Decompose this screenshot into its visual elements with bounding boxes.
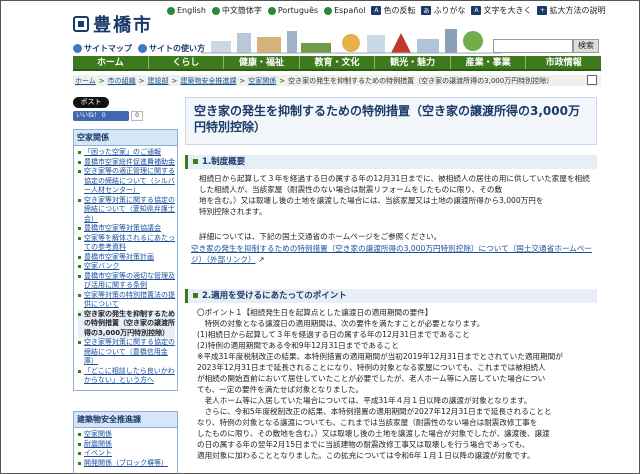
building-shape: [445, 29, 457, 53]
sidebar-box-section: 建築物安全推進課 空家関係 耐震関係 イベント 開発関係（ブロック塀等）: [73, 411, 178, 473]
sidebar-link[interactable]: 豊橋市空家総件促進費補助金: [78, 158, 175, 168]
sidebar-link[interactable]: 空家バンク: [78, 262, 175, 272]
lang-spanish[interactable]: Español: [324, 6, 365, 15]
tree-shape: [342, 34, 360, 52]
sidebar-link[interactable]: 空き家等対策に関する協定の締結について（豊橋信用金庫）: [78, 338, 175, 367]
building-shape: [237, 33, 251, 53]
tram-shape: [301, 43, 331, 53]
facebook-like-button[interactable]: いいね！ 0: [73, 111, 129, 121]
globe-icon: [167, 6, 175, 15]
sidebar-link[interactable]: 豊橋市空家等の適切な管理及び活用に関する条例: [78, 272, 175, 291]
nav-education[interactable]: 教育・文化: [300, 56, 376, 69]
tree-shape: [463, 31, 483, 51]
furigana-icon: あ: [421, 6, 432, 15]
sidebar-link[interactable]: 空き家等対策に関する協定の締結について（愛知県弁護士会）: [78, 196, 175, 225]
sidebar-link[interactable]: 空家等を解体されるにあたっての参考資料: [78, 234, 175, 253]
crumb-home[interactable]: ホーム: [75, 76, 96, 86]
overview-detail: 詳細については、下記の国土交通省のホームページをご参照ください。: [199, 232, 442, 241]
sidebar-link[interactable]: 「どこに相談したら良いかわからない」という方へ: [78, 367, 175, 386]
invert-colors-button[interactable]: A 色の反転: [371, 5, 415, 16]
zoom-icon: +: [537, 6, 548, 15]
external-link-icon: ↗: [257, 255, 265, 264]
building-shape: [287, 31, 297, 53]
globe-icon: [211, 6, 220, 15]
nav-industry[interactable]: 産業・事業: [451, 56, 527, 69]
logo-text: 豊橋市: [93, 15, 153, 36]
section-heading-overview: 1.制度概要: [185, 155, 597, 169]
sidebar-heading: 空家関係: [74, 130, 177, 146]
overview-text: 相続日から起算して３年を経過する日の属する年の12月31日までに、被相続人の居住…: [199, 174, 590, 216]
mlit-link-wrap: 空き家の発生を抑制するための特例措置（空き家の譲渡所得の3,000万円特別控除）…: [191, 243, 593, 265]
header-illustration: [201, 29, 501, 54]
sidebar-link[interactable]: 豊橋市空家等対策計画: [78, 253, 175, 263]
like-count: 0: [131, 111, 143, 121]
sidebar-heading: 建築物安全推進課: [74, 412, 177, 428]
global-nav: ホーム くらし 健康・福祉 教育・文化 観光・魅力 産業・事業 市政情報: [73, 56, 601, 71]
building-shape: [367, 35, 385, 53]
sitemap-link[interactable]: サイトマップ: [73, 43, 132, 54]
sidebar-link[interactable]: イベント: [78, 449, 175, 459]
sidebar-link[interactable]: 「困った空家」のご通報: [78, 148, 175, 158]
site-logo[interactable]: 豊橋市: [73, 11, 153, 37]
points-text: 〇ポイント１【相続発生日を起算点とした譲渡日の適用期間の要件】 特例の対象となる…: [197, 308, 563, 460]
print-icon[interactable]: [587, 75, 597, 85]
nav-health[interactable]: 健康・福祉: [224, 56, 300, 69]
search-input[interactable]: [493, 39, 573, 53]
nav-living[interactable]: くらし: [149, 56, 225, 69]
building-shape: [211, 41, 231, 53]
furigana-button[interactable]: あふりがな: [421, 5, 465, 16]
tower-shape: [391, 33, 411, 53]
city-emblem-icon: [73, 16, 89, 32]
text-size-button[interactable]: A 文字を大きく: [471, 5, 531, 16]
mlit-external-link[interactable]: 空き家の発生を抑制するための特例措置（空き家の譲渡所得の3,000万円特別控除）…: [191, 244, 592, 264]
crumb-current: 空き家の発生を抑制するための特例措置（空き家の譲渡所得の3,000万円特別控除）: [288, 76, 554, 85]
sidebar-link[interactable]: 空家関係: [78, 430, 175, 440]
x-post-button[interactable]: ポスト: [73, 97, 109, 108]
building-shape: [257, 37, 281, 53]
page-title: 空き家の発生を抑制するための特例措置（空き家の譲渡所得の3,000万 円特別控除…: [185, 97, 597, 145]
sidebar-link[interactable]: 耐震関係: [78, 440, 175, 450]
sidebar-link-current: 空き家の発生を抑制するための特例措置（空き家の譲渡所得の3,000万円特別控除）: [78, 309, 175, 338]
page: 豊橋市 English 中文簡体字 Português Español A 色の反…: [0, 0, 640, 474]
crumb-org[interactable]: 市の組織: [108, 76, 136, 86]
crumb-dept[interactable]: 建設部: [148, 76, 169, 86]
nav-tourism[interactable]: 観光・魅力: [375, 56, 451, 69]
building-shape: [417, 39, 439, 53]
zoom-help-link[interactable]: + 拡大方法の説明: [537, 5, 605, 16]
sub-links: サイトマップ サイトの使い方: [73, 43, 205, 54]
lang-portuguese[interactable]: Português: [267, 6, 318, 15]
nav-city-info[interactable]: 市政情報: [526, 56, 601, 69]
sidebar-link[interactable]: 空家等対策の特別措置法の提供について: [78, 291, 175, 310]
contrast-icon: A: [371, 6, 382, 15]
howto-link[interactable]: サイトの使い方: [138, 43, 205, 54]
sidebar-link[interactable]: 開発関係（ブロック塀等）: [78, 459, 175, 469]
sitemap-icon: [73, 44, 82, 53]
sidebar-link[interactable]: 豊橋市空家等対策協議会: [78, 224, 175, 234]
utility-bar: English 中文簡体字 Português Español A 色の反転 あふ…: [167, 5, 605, 16]
search-button[interactable]: 検索: [573, 39, 599, 53]
lang-english[interactable]: English: [167, 6, 206, 15]
sidebar-box-akiya: 空家関係 「困った空家」のご通報 豊橋市空家総件促進費補助金 空き家等の適正管理…: [73, 129, 178, 391]
sidebar-link[interactable]: 空き家等の適正管理に関する協定の締結について（シルバー人材センター）: [78, 167, 175, 196]
globe-icon: [267, 6, 276, 15]
crumb-section[interactable]: 建築物安全推進課: [180, 76, 236, 86]
lang-chinese[interactable]: 中文簡体字: [211, 5, 262, 16]
help-icon: [138, 44, 147, 53]
section-heading-points: 2.適用を受けるにあたってのポイント: [185, 289, 597, 303]
nav-home[interactable]: ホーム: [73, 56, 149, 69]
breadcrumb: ホーム > 市の組織 > 建設部 > 建築物安全推進課 > 空家関係 > 空き家の発生を抑…: [73, 75, 601, 86]
globe-icon: [324, 6, 333, 15]
crumb-category[interactable]: 空家関係: [248, 76, 276, 86]
text-size-icon: A: [471, 6, 482, 15]
